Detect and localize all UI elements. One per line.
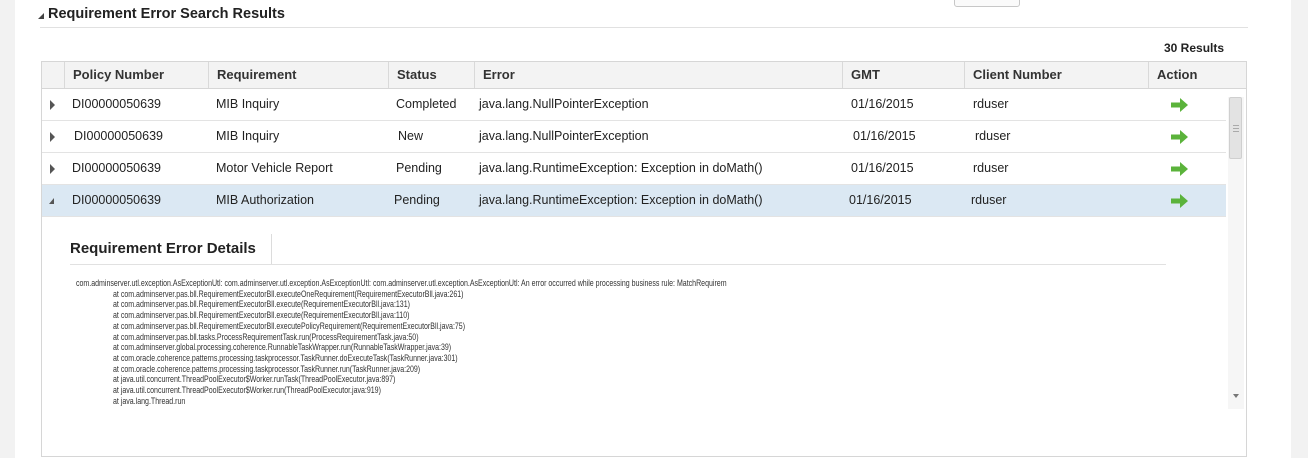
collapse-row-icon[interactable] bbox=[49, 198, 54, 204]
gmt-cell: 01/16/2015 bbox=[851, 161, 914, 175]
error-cell: java.lang.NullPointerException bbox=[479, 97, 649, 111]
requirement-cell: MIB Inquiry bbox=[216, 97, 280, 111]
status-cell: Pending bbox=[396, 161, 442, 175]
results-table: Policy Number Requirement Status Error G… bbox=[41, 61, 1247, 457]
requirement-cell: MIB Inquiry bbox=[216, 129, 280, 143]
column-header-client-number[interactable]: Client Number bbox=[964, 62, 1148, 88]
requirement-cell: Motor Vehicle Report bbox=[216, 161, 333, 175]
table-row-selected[interactable]: DI00000050639 MIB Authorization Pending … bbox=[42, 185, 1226, 217]
section-header[interactable]: Requirement Error Search Results bbox=[38, 6, 285, 22]
status-cell: New bbox=[398, 129, 424, 143]
client-number-cell: rduser bbox=[975, 129, 1011, 143]
details-tab-divider bbox=[271, 234, 272, 264]
stack-trace-line: at java.lang.Thread.run bbox=[113, 395, 186, 407]
error-cell: java.lang.RuntimeException: Exception in… bbox=[479, 193, 763, 207]
error-cell: java.lang.RuntimeException: Exception in… bbox=[479, 161, 763, 175]
column-header-error[interactable]: Error bbox=[474, 62, 842, 88]
stack-trace-text: com.adminserver.utl.exception.AsExceptio… bbox=[76, 279, 1166, 444]
gmt-cell: 01/16/2015 bbox=[853, 129, 916, 143]
green-right-arrow-icon[interactable] bbox=[1171, 162, 1188, 176]
column-header-gmt[interactable]: GMT bbox=[842, 62, 964, 88]
section-title: Requirement Error Search Results bbox=[48, 6, 285, 22]
table-row[interactable]: DI00000050639 MIB Inquiry Completed java… bbox=[42, 89, 1226, 121]
green-right-arrow-icon[interactable] bbox=[1171, 194, 1188, 208]
requirement-cell: MIB Authorization bbox=[216, 193, 314, 207]
expand-row-icon[interactable] bbox=[50, 100, 55, 110]
error-cell: java.lang.NullPointerException bbox=[479, 129, 649, 143]
grip-icon bbox=[1233, 125, 1239, 126]
top-button[interactable] bbox=[954, 0, 1020, 7]
results-count: 30 Results bbox=[1164, 41, 1225, 55]
scroll-down-arrow-icon[interactable] bbox=[1233, 394, 1239, 398]
scrollbar-thumb[interactable] bbox=[1229, 97, 1242, 159]
column-header-requirement[interactable]: Requirement bbox=[208, 62, 388, 88]
table-header: Policy Number Requirement Status Error G… bbox=[42, 62, 1246, 89]
green-right-arrow-icon[interactable] bbox=[1171, 98, 1188, 112]
expand-row-icon[interactable] bbox=[50, 164, 55, 174]
gmt-cell: 01/16/2015 bbox=[851, 97, 914, 111]
column-header-status[interactable]: Status bbox=[388, 62, 474, 88]
expand-row-icon[interactable] bbox=[50, 132, 55, 142]
vertical-scrollbar[interactable] bbox=[1228, 97, 1244, 409]
section-divider bbox=[40, 27, 1248, 28]
status-cell: Pending bbox=[394, 193, 440, 207]
gmt-cell: 01/16/2015 bbox=[849, 193, 912, 207]
client-number-cell: rduser bbox=[971, 193, 1007, 207]
collapse-triangle-icon[interactable] bbox=[38, 13, 44, 19]
column-header-policy-number[interactable]: Policy Number bbox=[64, 62, 208, 88]
details-title: Requirement Error Details bbox=[70, 240, 256, 257]
policy-number-cell: DI00000050639 bbox=[72, 161, 161, 175]
table-row[interactable]: DI00000050639 Motor Vehicle Report Pendi… bbox=[42, 153, 1226, 185]
table-row[interactable]: DI00000050639 MIB Inquiry New java.lang.… bbox=[42, 121, 1226, 153]
policy-number-cell: DI00000050639 bbox=[72, 193, 161, 207]
policy-number-cell: DI00000050639 bbox=[72, 97, 161, 111]
status-cell: Completed bbox=[396, 97, 457, 111]
policy-number-cell: DI00000050639 bbox=[74, 129, 163, 143]
green-right-arrow-icon[interactable] bbox=[1171, 130, 1188, 144]
client-number-cell: rduser bbox=[973, 97, 1009, 111]
client-number-cell: rduser bbox=[973, 161, 1009, 175]
column-header-action[interactable]: Action bbox=[1148, 62, 1246, 88]
details-divider bbox=[70, 264, 1166, 265]
stack-trace-line: at java.util.concurrent.ThreadPoolExecut… bbox=[113, 385, 381, 397]
